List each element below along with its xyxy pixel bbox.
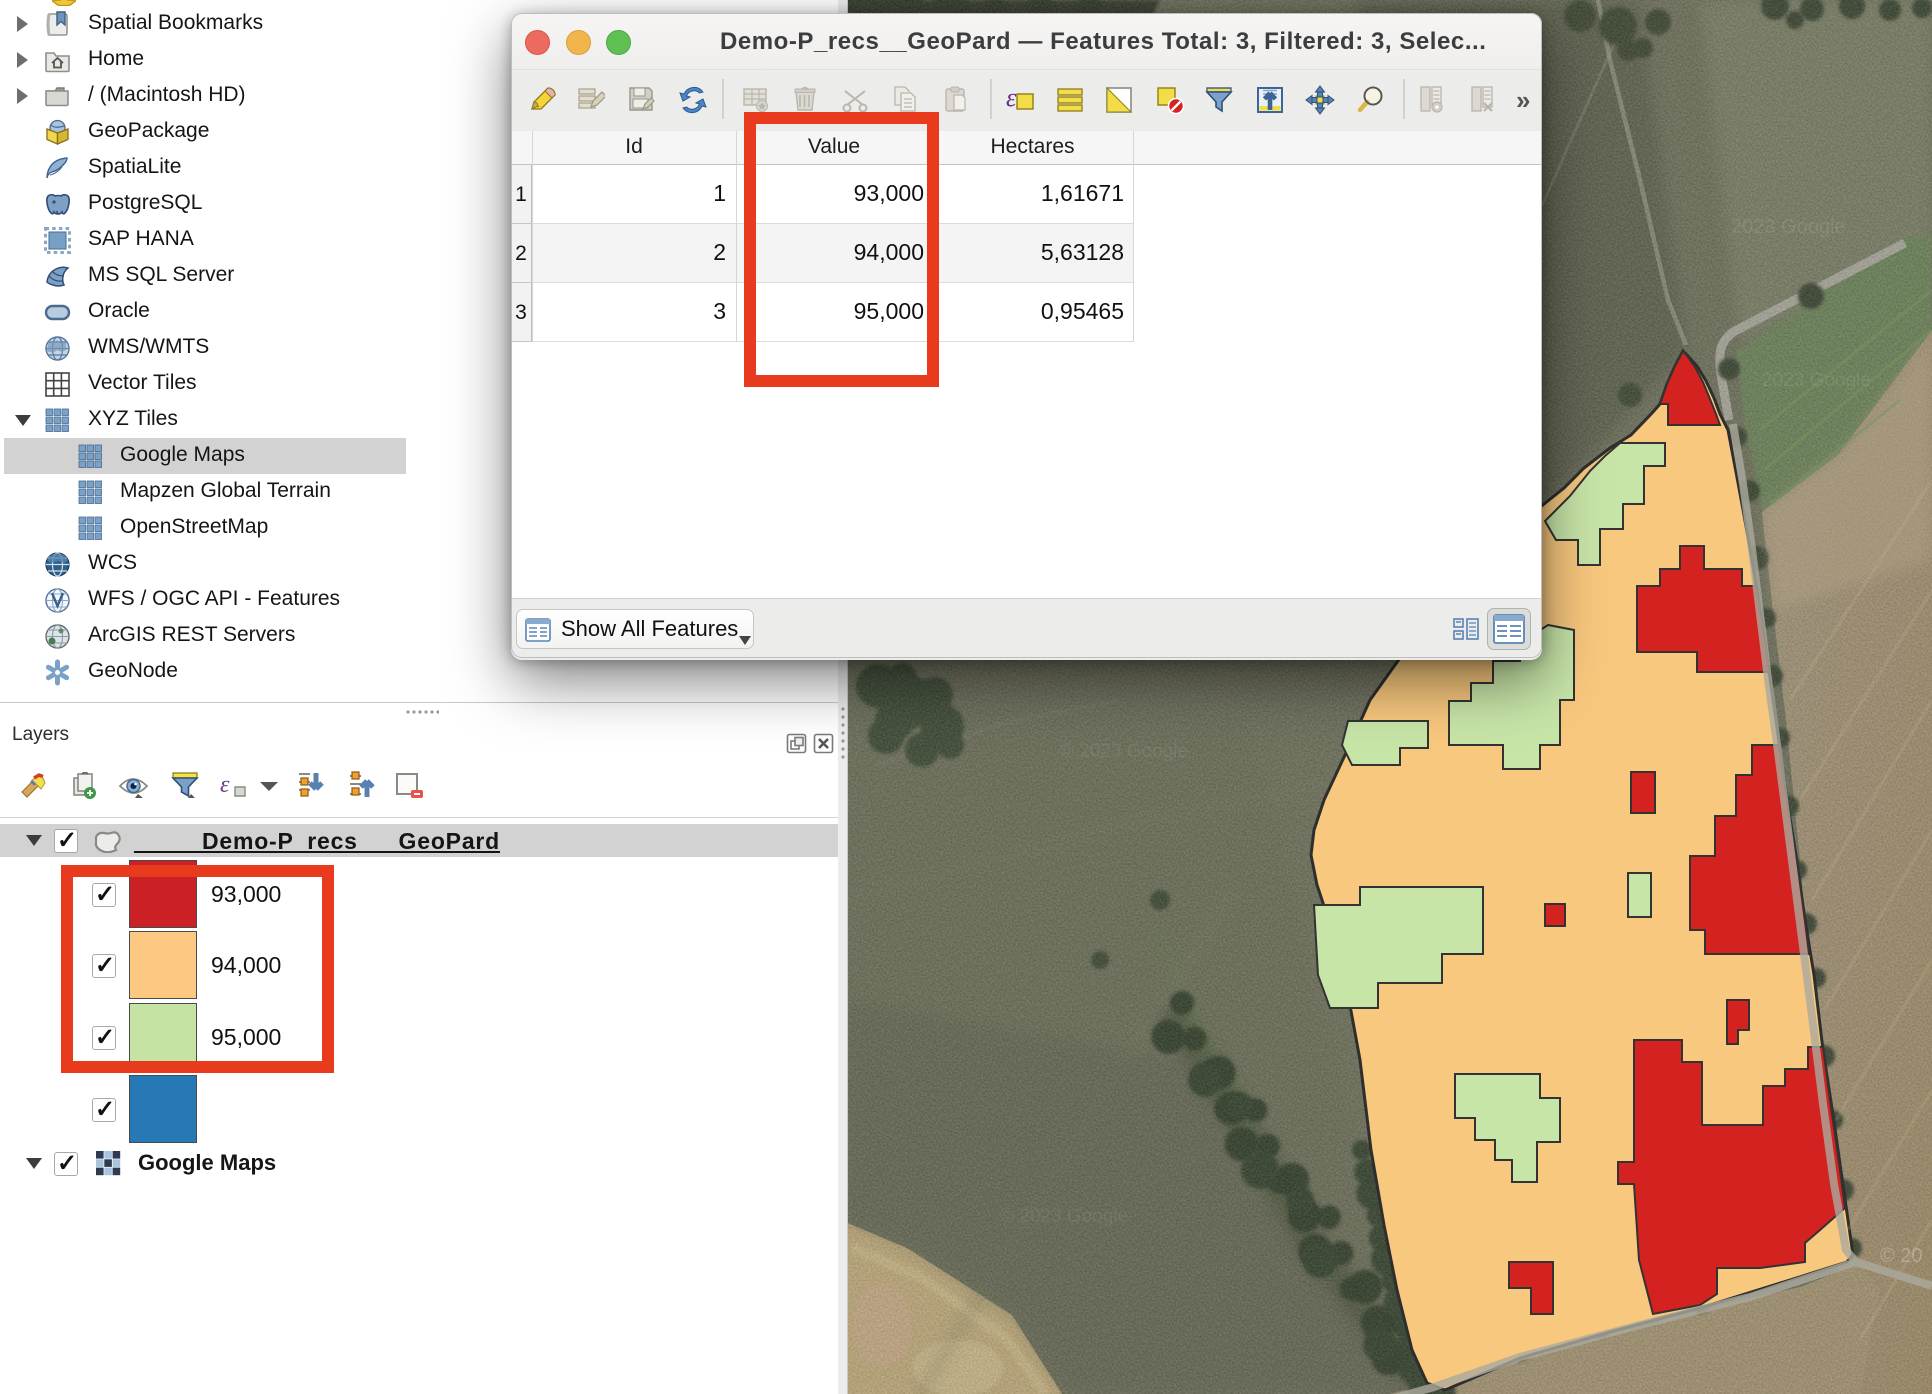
svg-text:2023 Google: 2023 Google [1731,216,1846,238]
svg-text:2023 Google: 2023 Google [1762,370,1871,391]
svg-text:© 20: © 20 [1880,1245,1923,1267]
svg-text:© 2023 Google: © 2023 Google [1060,741,1188,762]
svg-text:ε: ε [1006,85,1017,112]
svg-text:ε: ε [220,772,230,798]
